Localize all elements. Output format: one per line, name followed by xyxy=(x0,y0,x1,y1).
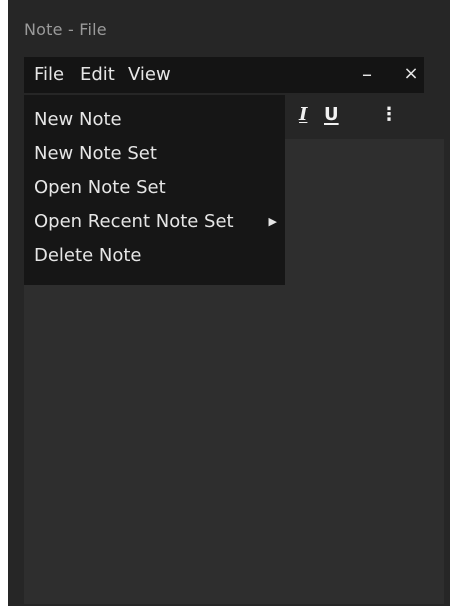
menu-item-label: Delete Note xyxy=(34,245,142,266)
menu-bar: File Edit View – × xyxy=(24,57,424,93)
italic-icon[interactable]: I xyxy=(299,105,307,125)
menu-view[interactable]: View xyxy=(128,64,171,85)
chevron-right-icon: ▶ xyxy=(268,215,277,228)
menu-item-label: Open Note Set xyxy=(34,177,166,198)
underline-icon[interactable]: U xyxy=(324,105,339,125)
app-window: Note - File File Edit View – × I U ⋮ xyxy=(8,0,450,606)
menu-item-new-note[interactable]: New Note xyxy=(24,103,285,137)
menu-item-label: Open Recent Note Set xyxy=(34,211,234,232)
menu-edit[interactable]: Edit xyxy=(80,64,115,85)
file-menu-dropdown: New Note New Note Set Open Note Set Open… xyxy=(24,95,285,285)
menu-item-delete-note[interactable]: Delete Note xyxy=(24,239,285,273)
minimize-button[interactable]: – xyxy=(356,59,378,89)
window-title: Note - File xyxy=(24,20,107,39)
menu-item-label: New Note Set xyxy=(34,143,157,164)
menu-file[interactable]: File xyxy=(34,64,64,85)
close-button[interactable]: × xyxy=(398,59,424,89)
menu-item-open-note-set[interactable]: Open Note Set xyxy=(24,171,285,205)
more-vertical-icon[interactable]: ⋮ xyxy=(380,105,398,125)
menu-item-label: New Note xyxy=(34,109,122,130)
menu-item-open-recent-note-set[interactable]: Open Recent Note Set ▶ xyxy=(24,205,285,239)
menu-item-new-note-set[interactable]: New Note Set xyxy=(24,137,285,171)
